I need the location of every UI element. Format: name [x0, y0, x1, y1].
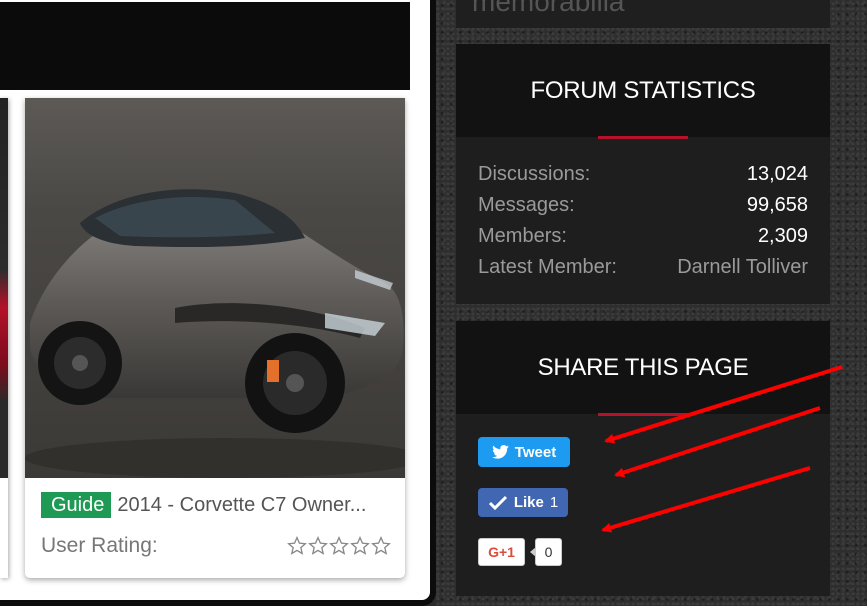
tweet-button[interactable]: Tweet [478, 437, 570, 467]
google-plus-count: 0 [530, 538, 562, 566]
rating-label: User Rating: [41, 534, 158, 557]
guide-badge[interactable]: Guide [41, 492, 112, 518]
header-accent-line [598, 136, 688, 139]
previous-sidebar-block: memorabilia [456, 0, 830, 28]
star-outline-icon[interactable] [350, 536, 370, 556]
stat-value: 13,024 [746, 163, 808, 185]
stat-value: 99,658 [746, 194, 808, 216]
gplus-label: G+1 [488, 544, 515, 560]
corvette-image[interactable] [25, 98, 405, 478]
top-banner [0, 2, 410, 90]
latest-member-link[interactable]: Darnell Tolliver [677, 256, 808, 279]
previous-card-image[interactable] [0, 98, 8, 478]
card-title-link[interactable]: 2014 - Corvette C7 Owner... [117, 494, 366, 517]
share-page-block: SHARE THIS PAGE Tweet Like 1 G+1 0 [456, 321, 830, 596]
stat-discussions: Discussions: 13,024 [478, 159, 808, 190]
share-page-title: SHARE THIS PAGE [537, 353, 749, 381]
forum-statistics-header: FORUM STATISTICS [456, 44, 830, 139]
stat-messages: Messages: 99,658 [478, 190, 808, 221]
facebook-like-check-icon [488, 495, 507, 510]
rating-stars[interactable] [287, 536, 391, 556]
resource-card[interactable]: Guide 2014 - Corvette C7 Owner... User R… [25, 98, 405, 578]
forum-statistics-title: FORUM STATISTICS [530, 76, 756, 104]
stat-value: 2,309 [757, 225, 808, 247]
gplus-count-value: 0 [544, 544, 553, 560]
tweet-label: Tweet [514, 443, 557, 461]
facebook-like-button[interactable]: Like 1 [478, 488, 568, 517]
forum-statistics-block: FORUM STATISTICS Discussions: 13,024 Mes… [456, 44, 830, 304]
previous-block-title: memorabilia [472, 0, 625, 17]
stats-list: Discussions: 13,024 Messages: 99,658 Mem… [456, 137, 830, 283]
stat-label: Latest Member: [478, 256, 617, 278]
star-outline-icon[interactable] [308, 536, 328, 556]
star-outline-icon[interactable] [329, 536, 349, 556]
share-buttons: Tweet Like 1 G+1 0 [456, 414, 830, 599]
stat-members: Members: 2,309 [478, 221, 808, 252]
twitter-bird-icon [491, 445, 509, 459]
stat-label: Discussions: [478, 163, 591, 185]
google-plus-button[interactable]: G+1 [478, 538, 525, 566]
star-outline-icon[interactable] [371, 536, 391, 556]
stat-latest-member: Latest Member: Darnell Tolliver [478, 252, 808, 283]
card-title-row[interactable]: Guide 2014 - Corvette C7 Owner... [41, 492, 393, 518]
corvette-illustration [25, 189, 405, 478]
like-label: Like [513, 494, 544, 511]
previous-resource-card[interactable] [0, 98, 8, 578]
content-area: Guide 2014 - Corvette C7 Owner... User R… [0, 0, 436, 606]
stat-label: Messages: [478, 194, 575, 216]
like-count: 1 [549, 494, 559, 511]
user-rating: User Rating: [41, 532, 391, 560]
share-page-header: SHARE THIS PAGE [456, 321, 830, 416]
stat-label: Members: [478, 225, 567, 247]
star-outline-icon[interactable] [287, 536, 307, 556]
